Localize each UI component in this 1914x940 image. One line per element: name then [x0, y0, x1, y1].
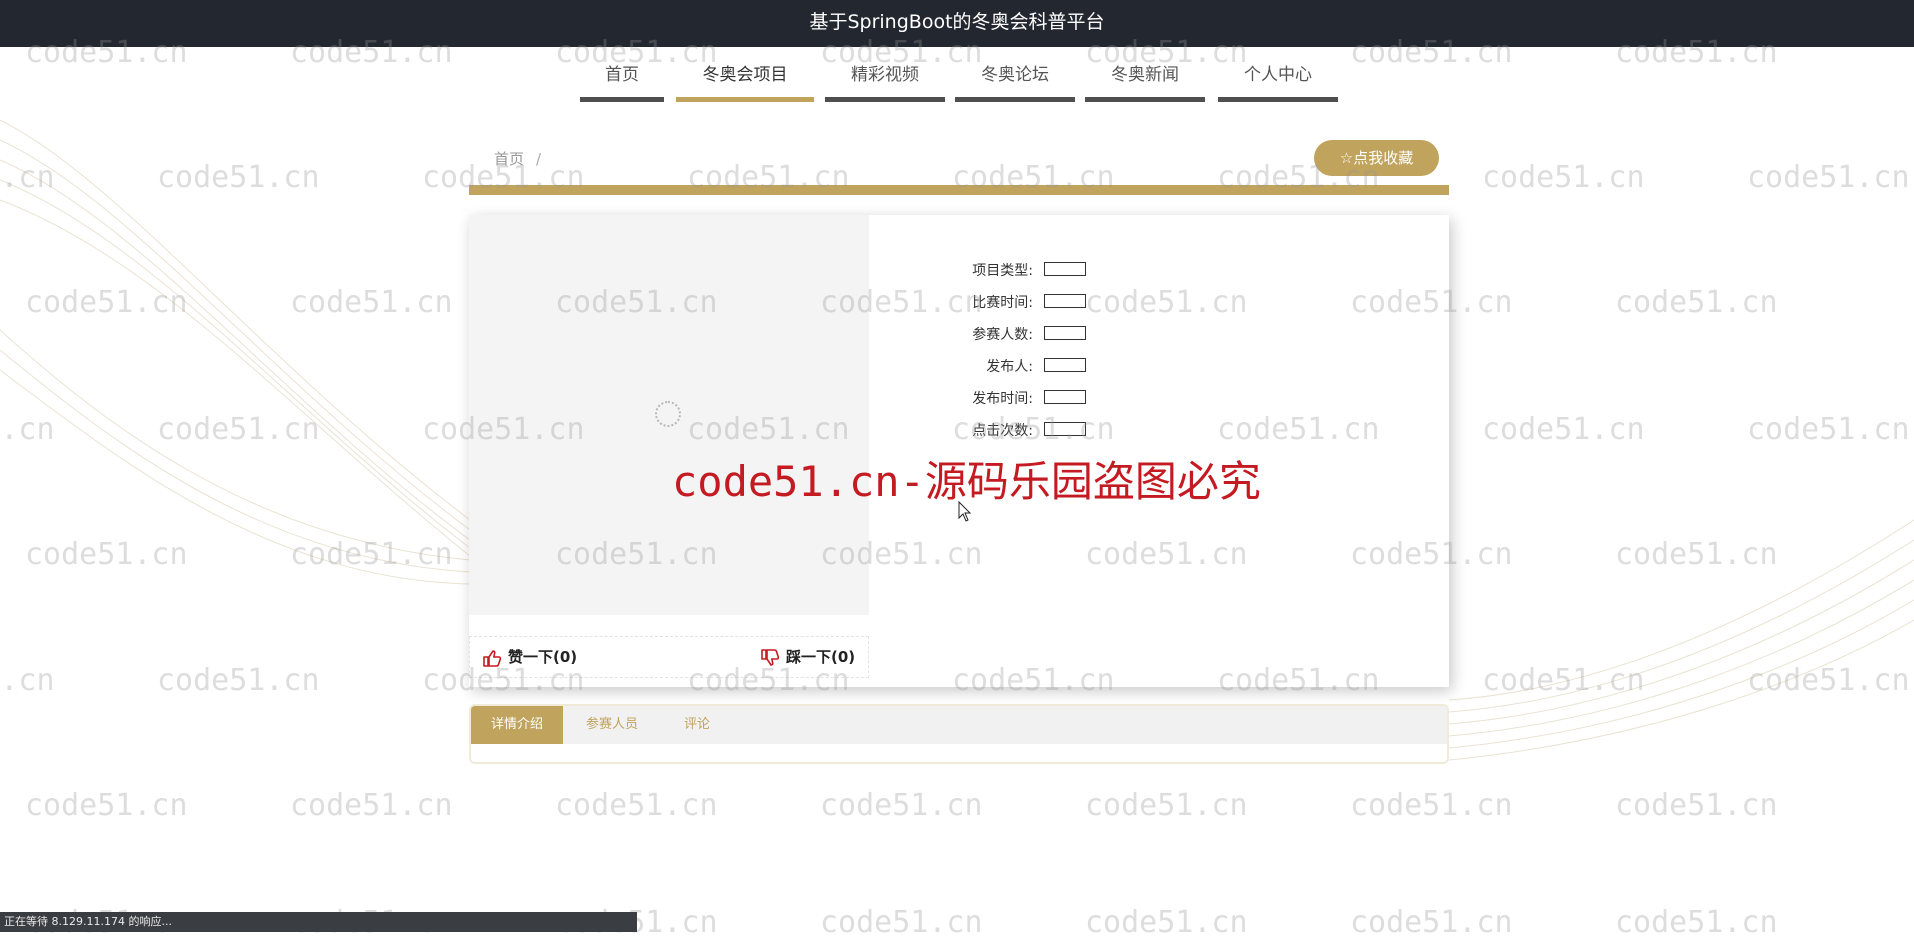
watermark-text: code51.cn [1615, 285, 1778, 320]
tab-details[interactable]: 详情介绍 [471, 706, 563, 744]
watermark-text: code51.cn [0, 663, 55, 698]
watermark-text: code51.cn [1747, 160, 1910, 195]
collect-button[interactable]: ☆点我收藏 [1314, 140, 1439, 176]
item-properties: 项目类型: 比赛时间: 参赛人数: 发布人: 发布时间: 点击次数: [909, 260, 1209, 452]
watermark-text: code51.cn [0, 412, 55, 447]
vote-bar: 赞一下(0) 踩一下(0) [469, 636, 869, 678]
nav-underline [825, 97, 945, 102]
like-count-label: 赞一下(0) [508, 648, 578, 666]
prop-label: 参赛人数: [972, 327, 1033, 343]
watermark-text: code51.cn [157, 412, 320, 447]
prop-value [1044, 422, 1086, 436]
nav-underline [955, 97, 1075, 102]
mouse-cursor-icon [958, 501, 972, 522]
watermark-text: code51.cn [290, 788, 453, 823]
prop-label: 比赛时间: [972, 295, 1033, 311]
nav-item-label: 首页 [605, 65, 639, 85]
prop-match-time: 比赛时间: [909, 292, 1209, 324]
watermark-text: code51.cn [1350, 788, 1513, 823]
watermark-text: code51.cn [1747, 663, 1910, 698]
prop-value [1044, 390, 1086, 404]
watermark-text: code51.cn [1482, 663, 1645, 698]
tab-comments[interactable]: 评论 [661, 706, 733, 744]
nav-item-news[interactable]: 冬奥新闻 [1085, 62, 1205, 102]
watermark-text: code51.cn [1482, 412, 1645, 447]
watermark-text: code51.cn [1482, 160, 1645, 195]
prop-value [1044, 262, 1086, 276]
watermark-text: code51.cn [555, 788, 718, 823]
nav-underline [1218, 97, 1338, 102]
nav-item-home[interactable]: 首页 [580, 62, 664, 102]
watermark-text: code51.cn [1085, 788, 1248, 823]
loading-spinner-icon [655, 401, 681, 427]
like-button[interactable]: 赞一下(0) [482, 637, 577, 677]
prop-publisher: 发布人: [909, 356, 1209, 388]
prop-event-type: 项目类型: [909, 260, 1209, 292]
prop-participant-count: 参赛人数: [909, 324, 1209, 356]
main-watermark: code51.cn-源码乐园盗图必究 [672, 457, 1261, 506]
watermark-text: code51.cn [0, 160, 55, 195]
nav-item-winter-olympic-events[interactable]: 冬奥会项目 [676, 62, 814, 102]
watermark-text: code51.cn [1747, 412, 1910, 447]
breadcrumb-separator: / [536, 150, 542, 168]
watermark-text: code51.cn [25, 788, 188, 823]
watermark-text: code51.cn [1615, 537, 1778, 572]
watermark-text: code51.cn [290, 537, 453, 572]
watermark-text: code51.cn [25, 285, 188, 320]
breadcrumb-home-link[interactable]: 首页 [494, 150, 524, 168]
watermark-text: code51.cn [1615, 905, 1778, 940]
prop-label: 点击次数: [972, 423, 1033, 439]
watermark-text: code51.cn [820, 788, 983, 823]
dislike-count-label: 踩一下(0) [786, 648, 856, 666]
nav-item-label: 个人中心 [1244, 65, 1312, 85]
prop-value [1044, 326, 1086, 340]
thumbs-down-icon [761, 648, 780, 666]
dislike-button[interactable]: 踩一下(0) [760, 637, 855, 677]
watermark-text: code51.cn [820, 905, 983, 940]
item-image [469, 215, 869, 615]
prop-publish-time: 发布时间: [909, 388, 1209, 420]
nav-underline [676, 97, 814, 102]
nav-item-label: 精彩视频 [851, 65, 919, 85]
nav-item-videos[interactable]: 精彩视频 [825, 62, 945, 102]
breadcrumb: 首页 / [494, 148, 541, 169]
nav-item-label: 冬奥会项目 [702, 65, 788, 85]
prop-label: 项目类型: [972, 263, 1033, 279]
prop-label: 发布时间: [972, 391, 1033, 407]
prop-label: 发布人: [986, 359, 1033, 375]
browser-status-bar: 正在等待 8.129.11.174 的响应... [0, 912, 637, 932]
nav-underline [1085, 97, 1205, 102]
detail-tabs: 详情介绍 参赛人员 评论 [469, 704, 1449, 764]
nav-item-label: 冬奥新闻 [1111, 65, 1179, 85]
tab-participants[interactable]: 参赛人员 [563, 706, 661, 744]
nav-item-user-center[interactable]: 个人中心 [1218, 62, 1338, 102]
watermark-text: code51.cn [1350, 905, 1513, 940]
prop-value [1044, 358, 1086, 372]
watermark-text: code51.cn [290, 285, 453, 320]
watermark-text: code51.cn [1085, 905, 1248, 940]
prop-value [1044, 294, 1086, 308]
title-divider [469, 185, 1449, 195]
watermark-text: code51.cn [157, 160, 320, 195]
nav-item-forum[interactable]: 冬奥论坛 [955, 62, 1075, 102]
watermark-text: code51.cn [157, 663, 320, 698]
nav-underline [580, 97, 664, 102]
tabs-header: 详情介绍 参赛人员 评论 [471, 706, 1447, 744]
watermark-text: code51.cn [1615, 788, 1778, 823]
app-header: 基于SpringBoot的冬奥会科普平台 [0, 0, 1914, 47]
site-title: 基于SpringBoot的冬奥会科普平台 [809, 11, 1105, 33]
thumbs-up-icon [483, 649, 502, 667]
watermark-text: code51.cn [25, 537, 188, 572]
nav-item-label: 冬奥论坛 [981, 65, 1049, 85]
